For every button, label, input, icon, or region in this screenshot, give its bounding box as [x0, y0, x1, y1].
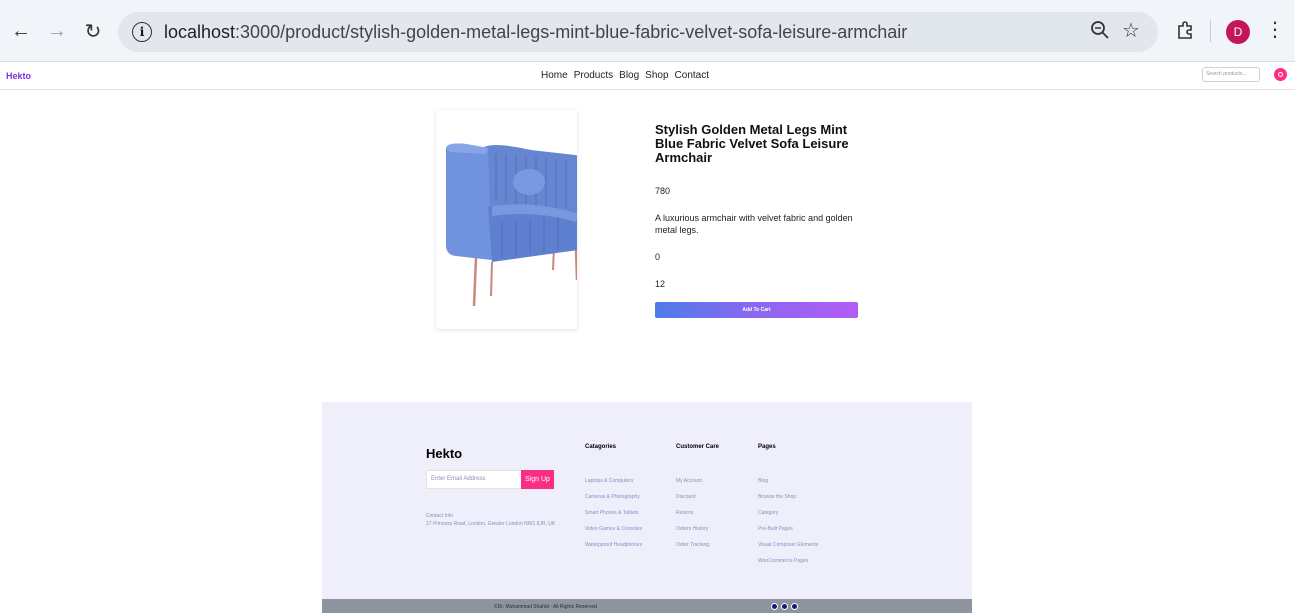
nav-blog[interactable]: Blog — [619, 70, 639, 81]
footer-link[interactable]: Blog — [758, 479, 818, 495]
footer-link[interactable]: Orders History — [676, 527, 719, 543]
footer-link[interactable]: Pre-Built Pages — [758, 527, 818, 543]
bookmark-star-icon[interactable]: ☆ — [1122, 18, 1140, 43]
footer-link[interactable]: Browse the Shop — [758, 495, 818, 511]
address-bar[interactable]: i localhost:3000/product/stylish-golden-… — [118, 12, 1158, 52]
footer-col-categories: Catagories Laptops & Computers Cameras &… — [585, 444, 642, 559]
footer-link[interactable]: Discount — [676, 495, 719, 511]
twitter-icon[interactable] — [791, 603, 798, 610]
extensions-icon[interactable] — [1175, 20, 1195, 46]
footer-link[interactable]: My Account — [676, 479, 719, 495]
search-button[interactable] — [1274, 68, 1287, 81]
zoom-icon[interactable] — [1090, 20, 1110, 46]
footer-col-heading: Pages — [758, 444, 776, 450]
footer-email-input[interactable]: Enter Email Address — [426, 470, 522, 489]
footer-bottom-bar: ©Dr. Muhammad Shahid - All Rights Reserv… — [322, 599, 972, 613]
contact-address: 17 Princess Road, London, Greater London… — [426, 521, 556, 527]
site-header: Hekto Home Products Blog Shop Contact Se… — [0, 62, 1295, 90]
nav-contact[interactable]: Contact — [675, 70, 709, 81]
footer-signup-button[interactable]: Sign Up — [521, 470, 554, 489]
site-logo[interactable]: Hekto — [6, 71, 31, 81]
instagram-icon[interactable] — [781, 603, 788, 610]
profile-avatar[interactable]: D — [1226, 20, 1250, 44]
product-value-2: 12 — [655, 279, 666, 289]
nav-home[interactable]: Home — [541, 70, 568, 81]
footer-link[interactable]: Smart Phones & Tablets — [585, 511, 642, 527]
site-info-icon[interactable]: i — [132, 22, 152, 42]
footer-link[interactable]: Cameras & Photography — [585, 495, 642, 511]
footer-contact-info: Contact Info 17 Princess Road, London, G… — [426, 512, 555, 528]
product-value-1: 0 — [655, 252, 661, 262]
footer-link[interactable]: Returns — [676, 511, 719, 527]
armchair-image — [446, 143, 584, 307]
footer-link[interactable]: Laptops & Computers — [585, 479, 642, 495]
product-description: A luxurious armchair with velvet fabric … — [655, 213, 853, 235]
product-title: Stylish Golden Metal Legs Mint Blue Fabr… — [655, 122, 849, 165]
footer-link[interactable]: Category — [758, 511, 818, 527]
footer-col-customer-care: Customer Care My Account Discount Return… — [676, 444, 719, 559]
url-text: localhost:3000/product/stylish-golden-me… — [164, 21, 908, 42]
browser-menu-icon[interactable]: ⋮ — [1265, 20, 1285, 40]
footer-col-heading: Catagories — [585, 444, 617, 450]
toolbar-separator — [1210, 20, 1211, 42]
product-price: 780 — [655, 186, 671, 196]
footer-link[interactable]: Order Tracking — [676, 543, 719, 559]
footer-link[interactable]: WooCommerce Pages — [758, 559, 818, 575]
footer-link[interactable]: Video Games & Consoles — [585, 527, 642, 543]
search-icon — [1278, 72, 1283, 77]
nav-products[interactable]: Products — [574, 70, 613, 81]
footer-link[interactable]: Visual Composer Elements — [758, 543, 818, 559]
product-image-card — [436, 110, 584, 329]
reload-icon[interactable]: ↻ — [80, 18, 106, 44]
footer-col-heading: Customer Care — [676, 444, 720, 450]
social-links — [771, 603, 798, 610]
back-icon[interactable]: ← — [8, 18, 34, 44]
contact-label: Contact Info — [426, 513, 453, 519]
add-to-cart-button[interactable]: Add To Cart — [655, 302, 858, 318]
footer: Hekto Enter Email Address Sign Up Contac… — [322, 402, 972, 599]
copyright-text: ©Dr. Muhammad Shahid - All Rights Reserv… — [494, 604, 597, 610]
facebook-icon[interactable] — [771, 603, 778, 610]
search-input[interactable]: Search products... — [1202, 67, 1260, 82]
footer-link[interactable]: Waterpproof Headphones — [585, 543, 642, 559]
footer-col-pages: Pages Blog Browse the Shop Category Pre-… — [758, 444, 818, 575]
browser-toolbar: ← → ↻ i localhost:3000/product/stylish-g… — [0, 0, 1295, 62]
forward-icon[interactable]: → — [44, 18, 70, 44]
footer-logo: Hekto — [426, 446, 463, 461]
nav-shop[interactable]: Shop — [645, 70, 668, 81]
main-nav: Home Products Blog Shop Contact — [541, 70, 709, 81]
